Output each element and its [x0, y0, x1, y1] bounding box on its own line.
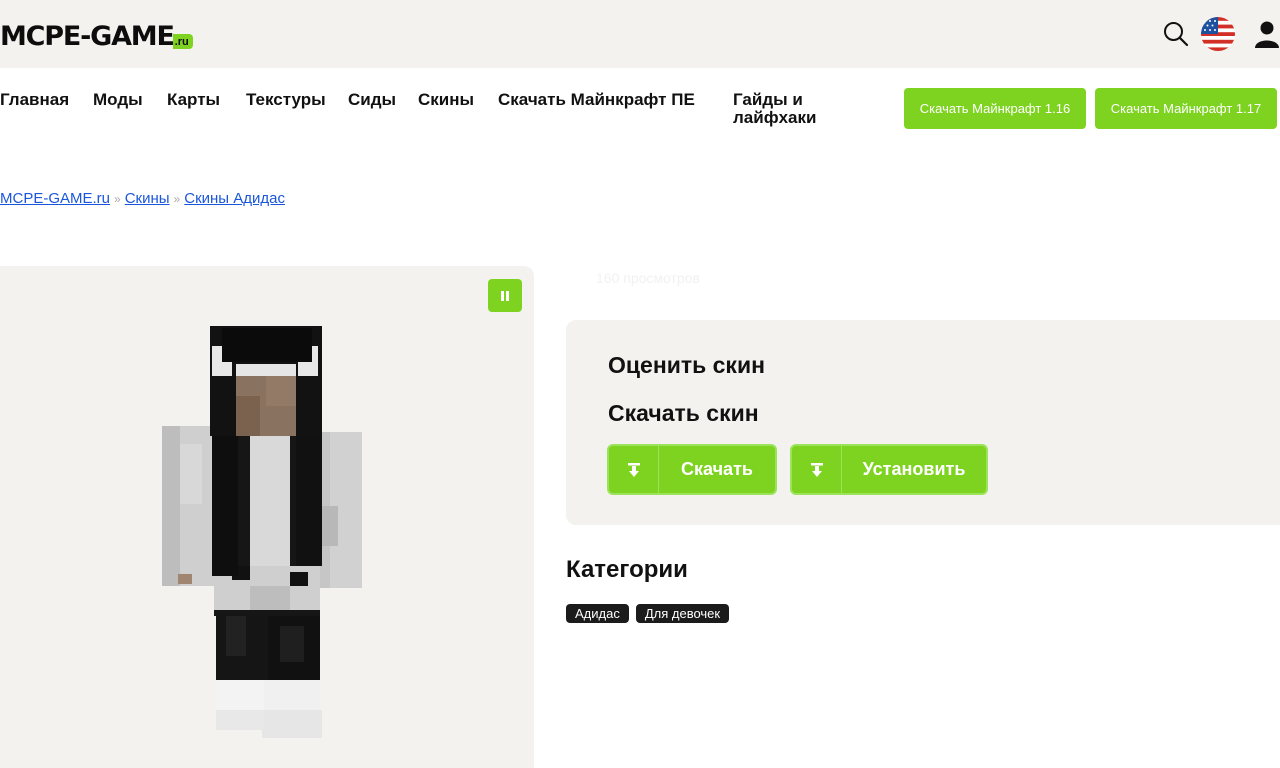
category-tag[interactable]: Адидас	[566, 604, 629, 623]
breadcrumb-home-link[interactable]: MCPE-GAME.ru	[0, 190, 110, 207]
breadcrumb: MCPE-GAME.ru» Скины» Скины Адидас	[0, 190, 285, 207]
download-skin-button[interactable]: Скачать	[607, 444, 777, 495]
search-icon[interactable]	[1160, 17, 1192, 51]
nav-item-skins[interactable]: Скины	[418, 91, 474, 109]
main-nav: Главная Моды Карты Текстуры Сиды Скины С…	[0, 86, 1280, 134]
user-icon[interactable]	[1252, 17, 1280, 51]
breadcrumb-separator: »	[114, 192, 121, 206]
site-header: MCPE-GAME .ru	[0, 0, 1280, 68]
download-skin-title: Скачать скин	[608, 400, 759, 426]
rate-skin-title: Оценить скин	[608, 352, 765, 378]
nav-item-download-pe[interactable]: Скачать Майнкрафт ПЕ	[498, 91, 698, 109]
install-skin-button[interactable]: Установить	[790, 444, 988, 495]
download-icon	[609, 446, 659, 493]
skin-actions-panel: Оценить скин Скачать скин Скачать Устано…	[566, 320, 1280, 525]
category-tag[interactable]: Для девочек	[635, 604, 730, 623]
pause-icon	[501, 290, 509, 301]
nav-item-maps[interactable]: Карты	[167, 91, 220, 109]
download-minecraft-117-button[interactable]: Скачать Майнкрафт 1.17	[1095, 88, 1277, 129]
categories-title: Категории	[566, 556, 688, 583]
breadcrumb-adidas-link[interactable]: Скины Адидас	[184, 190, 285, 207]
pause-button[interactable]	[488, 279, 522, 312]
us-flag-icon[interactable]	[1200, 17, 1236, 51]
skin-model-image	[162, 326, 362, 738]
nav-item-home[interactable]: Главная	[0, 91, 69, 109]
logo-suffix: .ru	[172, 34, 193, 49]
breadcrumb-skins-link[interactable]: Скины	[125, 190, 170, 207]
nav-item-textures[interactable]: Текстуры	[246, 91, 326, 109]
logo-text: MCPE-GAME	[0, 21, 175, 52]
download-minecraft-116-button[interactable]: Скачать Майнкрафт 1.16	[904, 88, 1086, 129]
nav-item-mods[interactable]: Моды	[93, 91, 143, 109]
breadcrumb-separator: »	[173, 192, 181, 206]
view-count: 160 просмотров	[596, 270, 700, 286]
install-icon	[792, 446, 842, 493]
nav-item-guides[interactable]: Гайды и лайфхаки	[733, 91, 843, 127]
nav-item-seeds[interactable]: Сиды	[348, 91, 396, 109]
skin-preview-viewer[interactable]	[0, 266, 534, 768]
site-logo[interactable]: MCPE-GAME .ru	[0, 20, 193, 52]
install-skin-label: Установить	[862, 459, 966, 479]
category-tags: Адидас Для девочек	[566, 604, 730, 623]
download-skin-label: Скачать	[681, 459, 753, 479]
